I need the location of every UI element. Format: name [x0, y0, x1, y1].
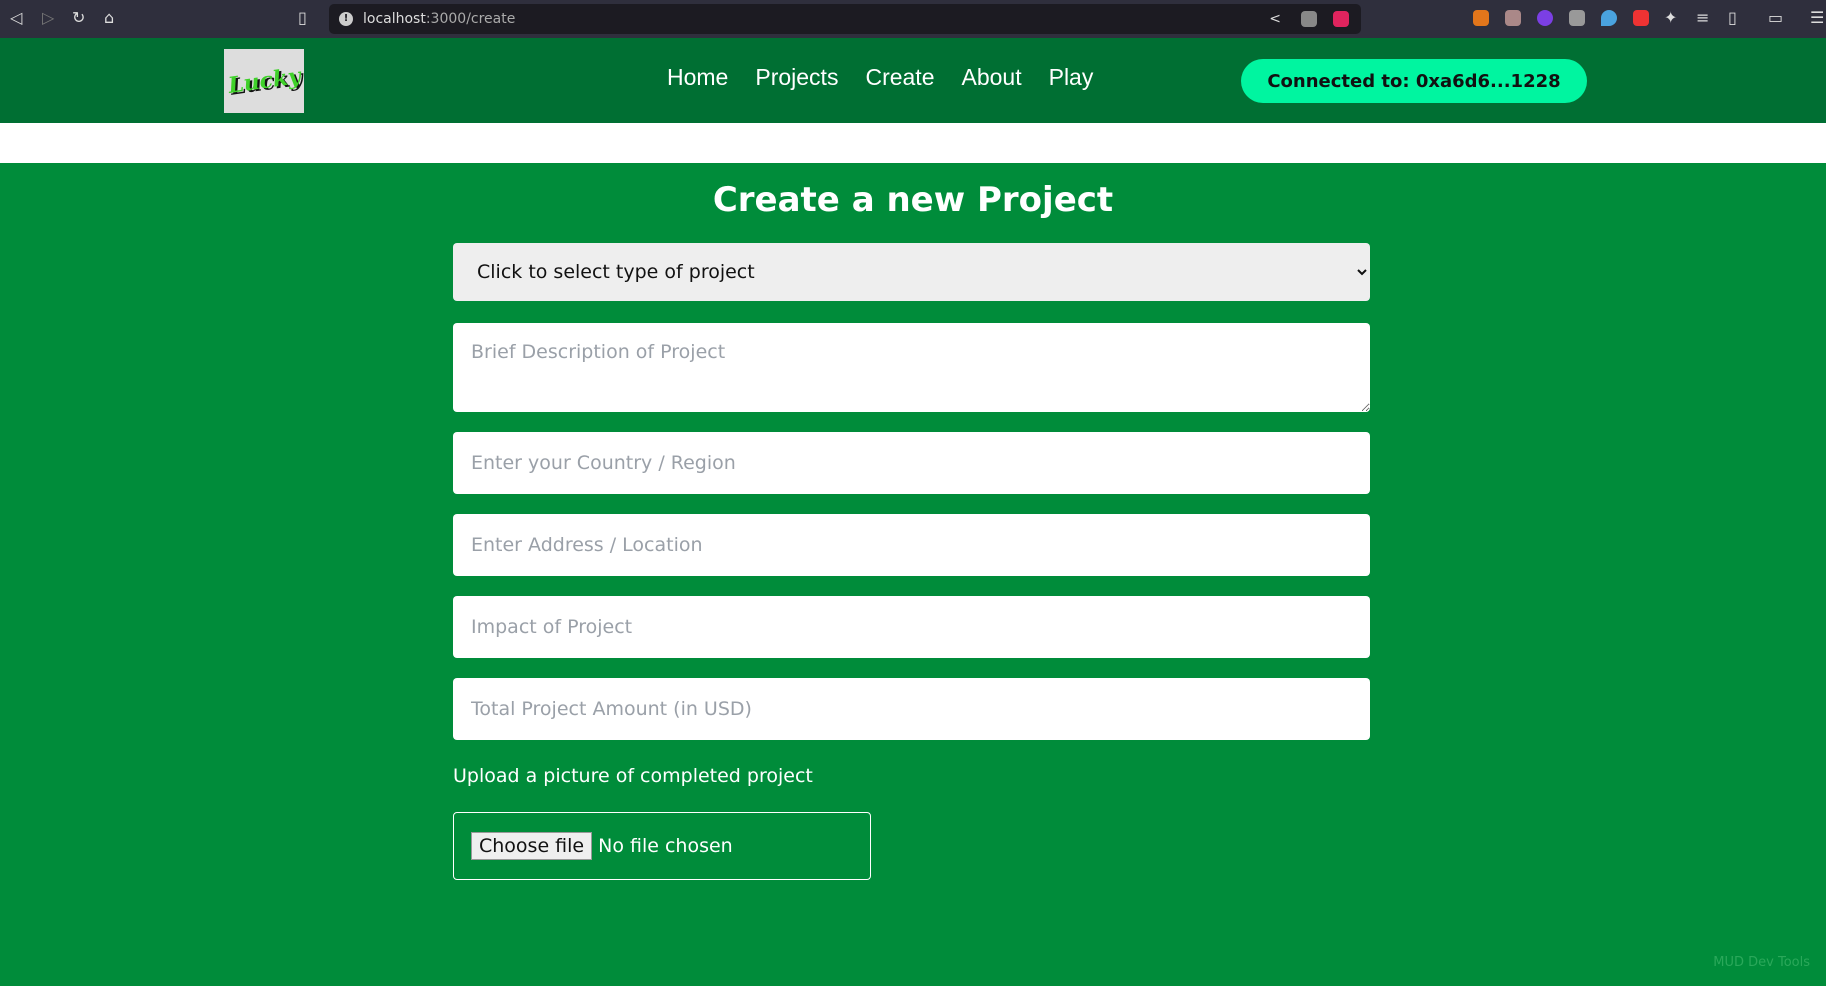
description-input[interactable] — [453, 323, 1370, 412]
brave-shield-icon[interactable] — [1301, 11, 1317, 27]
extension-icon[interactable] — [1633, 10, 1649, 26]
home-icon[interactable]: ⌂ — [104, 8, 114, 27]
white-strip — [0, 123, 1826, 163]
browser-toolbar: ◁ ▷ ↻ ⌂ ▯ ! localhost:3000/create < ✦ ≡ … — [0, 0, 1826, 38]
extension-icon[interactable] — [1537, 10, 1553, 26]
puzzle-icon[interactable]: ✦ — [1664, 8, 1677, 27]
url-host: localhost — [363, 11, 426, 27]
extension-icon[interactable] — [1601, 10, 1617, 26]
address-bar[interactable]: ! localhost:3000/create < — [329, 4, 1361, 34]
amount-input[interactable] — [453, 678, 1370, 740]
mud-dev-tools-toggle[interactable]: MUD Dev Tools — [1713, 955, 1810, 970]
nav-links: Home Projects Create About Play — [667, 64, 1120, 91]
project-type-select[interactable]: Click to select type of project — [453, 243, 1370, 301]
file-status: No file chosen — [598, 835, 733, 857]
logo[interactable]: Lucky — [224, 49, 304, 113]
bookmark-icon[interactable]: ▯ — [298, 8, 307, 27]
file-input[interactable]: Choose file No file chosen — [453, 812, 871, 880]
share-icon[interactable]: < — [1269, 4, 1281, 34]
country-input[interactable] — [453, 432, 1370, 494]
playlist-icon[interactable]: ≡ — [1696, 8, 1709, 27]
brave-rewards-icon[interactable] — [1333, 11, 1349, 27]
impact-input[interactable] — [453, 596, 1370, 658]
back-icon[interactable]: ◁ — [10, 8, 22, 27]
menu-icon[interactable]: ☰ — [1810, 8, 1824, 27]
upload-label: Upload a picture of completed project — [453, 765, 813, 787]
reload-icon[interactable]: ↻ — [72, 8, 85, 27]
nav-about[interactable]: About — [962, 64, 1022, 91]
site-info-icon[interactable]: ! — [339, 12, 353, 26]
choose-file-button[interactable]: Choose file — [471, 832, 593, 860]
logo-text: Lucky — [226, 63, 302, 99]
nav-create[interactable]: Create — [865, 64, 934, 91]
connect-wallet-button[interactable]: Connected to: 0xa6d6...1228 — [1241, 59, 1587, 103]
nav-play[interactable]: Play — [1049, 64, 1094, 91]
wallet-icon[interactable]: ▭ — [1768, 8, 1783, 27]
address-input[interactable] — [453, 514, 1370, 576]
forward-icon[interactable]: ▷ — [42, 8, 54, 27]
nav-projects[interactable]: Projects — [755, 64, 838, 91]
extension-icon[interactable] — [1569, 10, 1585, 26]
sidebar-icon[interactable]: ▯ — [1728, 8, 1737, 27]
url-path: :3000/create — [425, 11, 516, 27]
extension-icon[interactable] — [1505, 10, 1521, 26]
page-title: Create a new Project — [712, 180, 1114, 220]
nav-home[interactable]: Home — [667, 64, 728, 91]
metamask-icon[interactable] — [1473, 10, 1489, 26]
